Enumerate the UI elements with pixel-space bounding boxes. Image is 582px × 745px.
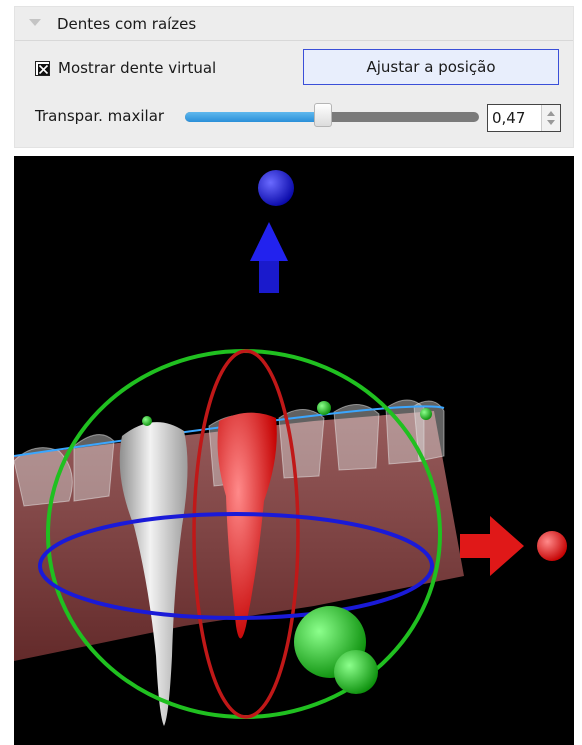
green-marker-dot[interactable] [142, 416, 152, 426]
transparency-value: 0,47 [492, 109, 526, 127]
dental-scene[interactable] [14, 156, 574, 745]
checkbox-check-icon [38, 63, 49, 75]
3d-viewport[interactable] [14, 156, 574, 745]
show-virtual-tooth-row[interactable]: Mostrar dente virtual [35, 59, 216, 77]
translate-z-sphere[interactable] [258, 170, 294, 206]
adjust-position-button[interactable]: Ajustar a posição [303, 49, 559, 85]
slider-fill [185, 112, 324, 122]
section-header[interactable]: Dentes com raízes [15, 7, 573, 39]
collapse-triangle-icon[interactable] [29, 19, 41, 26]
show-virtual-tooth-label: Mostrar dente virtual [58, 59, 217, 77]
spin-down-icon[interactable] [547, 120, 555, 125]
slider-thumb[interactable] [314, 103, 333, 127]
translate-x-sphere[interactable] [537, 531, 567, 561]
green-marker-dot[interactable] [420, 408, 432, 420]
jaw-transparency-label: Transpar. maxilar [35, 107, 165, 125]
translate-y-sphere-small[interactable] [334, 650, 378, 694]
spin-buttons[interactable] [541, 105, 560, 131]
translate-z-arrow-shaft [259, 261, 279, 293]
translate-x-arrow-icon[interactable] [460, 516, 524, 576]
spin-up-icon[interactable] [547, 111, 555, 116]
show-virtual-tooth-checkbox[interactable] [35, 60, 50, 76]
transparency-spinbox[interactable]: 0,47 [487, 104, 561, 132]
section-title: Dentes com raízes [57, 15, 197, 33]
tooth-options-panel: Dentes com raízes Mostrar dente virtual … [14, 6, 574, 148]
green-marker-dot[interactable] [317, 401, 331, 415]
section-divider [15, 40, 573, 41]
